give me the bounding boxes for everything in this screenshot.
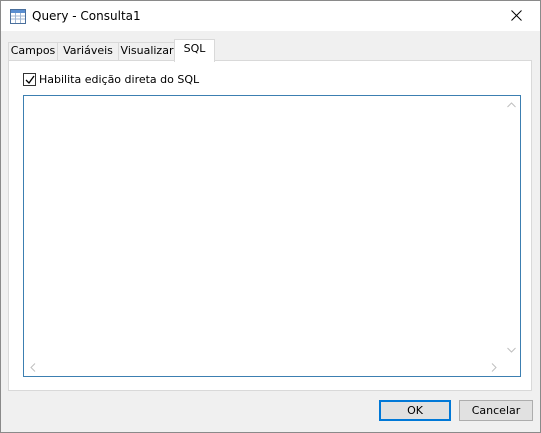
- cancel-button[interactable]: Cancelar: [459, 400, 533, 421]
- sql-tab-panel: Habilita edição direta do SQL: [8, 60, 532, 391]
- tab-label: Campos: [10, 44, 56, 57]
- tab-sql[interactable]: SQL: [174, 39, 215, 62]
- scroll-right-icon[interactable]: [491, 363, 497, 372]
- tab-visualizar[interactable]: Visualizar: [118, 42, 176, 60]
- tab-label: SQL: [183, 42, 206, 55]
- checkmark-icon: [25, 75, 35, 85]
- tab-variaveis[interactable]: Variáveis: [57, 42, 119, 60]
- query-window-icon: [10, 9, 26, 24]
- direct-sql-edit-label: Habilita edição direta do SQL: [39, 73, 200, 86]
- close-icon: [511, 10, 522, 21]
- vertical-scrollbar[interactable]: [503, 96, 520, 359]
- tab-label: Variáveis: [63, 44, 113, 57]
- tab-label: Visualizar: [120, 44, 174, 57]
- close-button[interactable]: [494, 1, 540, 31]
- scroll-up-icon[interactable]: [507, 102, 516, 108]
- title-bar[interactable]: Query - Consulta1: [1, 1, 540, 31]
- scroll-left-icon[interactable]: [30, 363, 36, 372]
- sql-text-editor[interactable]: [23, 95, 521, 377]
- window-title: Query - Consulta1: [32, 9, 141, 23]
- query-dialog-window: Query - Consulta1 Campos Variáveis Visua…: [0, 0, 541, 433]
- scroll-down-icon[interactable]: [507, 347, 516, 353]
- direct-sql-edit-checkbox[interactable]: [23, 73, 36, 86]
- tab-campos[interactable]: Campos: [8, 42, 58, 60]
- ok-button[interactable]: OK: [379, 400, 451, 421]
- horizontal-scrollbar[interactable]: [24, 359, 503, 376]
